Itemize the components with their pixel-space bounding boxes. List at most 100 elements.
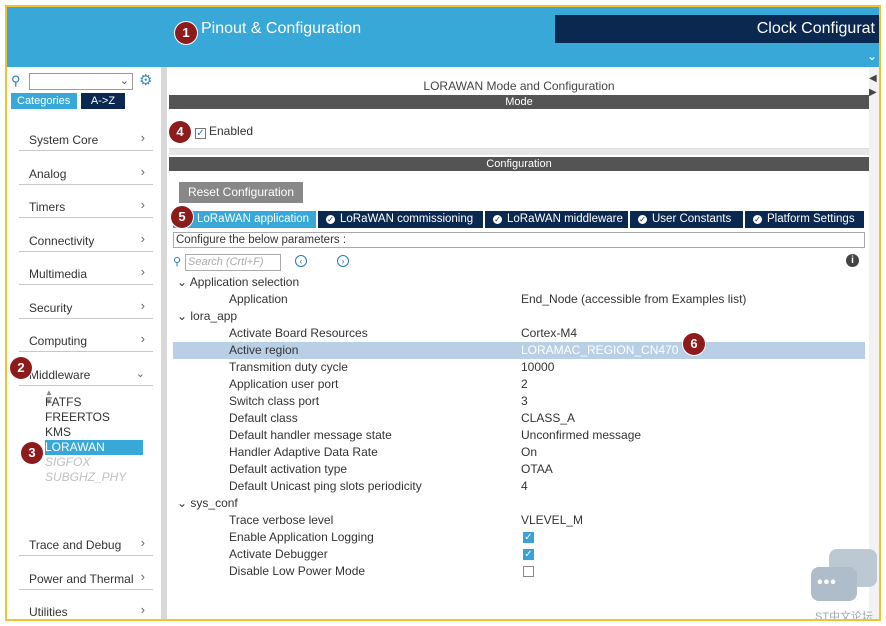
- sidebar-item-analog[interactable]: Analog ›: [19, 161, 153, 185]
- sidebar-item-computing[interactable]: Computing ›: [19, 328, 153, 352]
- parameter-search-input[interactable]: Search (Crtl+F): [185, 254, 281, 271]
- next-icon[interactable]: ›: [337, 255, 349, 267]
- sidebar-item-multimedia[interactable]: Multimedia ›: [19, 261, 153, 285]
- table-row[interactable]: Application user port 2: [173, 376, 865, 393]
- check-circle-icon: ✓: [326, 215, 335, 224]
- enabled-label: Enabled: [209, 124, 254, 138]
- sidebar-scrollbar[interactable]: [161, 67, 167, 619]
- table-row-selected[interactable]: Active region LORAMAC_REGION_CN470: [173, 342, 865, 359]
- tree-group-application-selection[interactable]: ⌄ Application selection: [173, 274, 865, 291]
- sidebar-item-label: Analog: [29, 167, 67, 181]
- configuration-section-header: Configuration: [169, 157, 869, 171]
- table-row[interactable]: Default activation type OTAA: [173, 461, 865, 478]
- parameter-name: Disable Low Power Mode: [229, 564, 366, 578]
- sidebar-item-utilities[interactable]: Utilities ›: [19, 599, 153, 619]
- table-row[interactable]: Handler Adaptive Data Rate On: [173, 444, 865, 461]
- parameter-value[interactable]: Cortex-M4: [521, 325, 577, 342]
- scroll-up-icon[interactable]: ◀: [869, 73, 877, 84]
- table-row[interactable]: Default Unicast ping slots periodicity 4: [173, 478, 865, 495]
- tab-platform-settings[interactable]: ✓ Platform Settings: [745, 211, 865, 228]
- sidebar-item-power-and-thermal[interactable]: Power and Thermal ›: [19, 566, 153, 590]
- parameter-search-row: ⚲ Search (Crtl+F) ‹ › i: [173, 254, 865, 272]
- table-row[interactable]: Trace verbose level VLEVEL_M: [173, 512, 865, 529]
- search-icon: ⚲: [11, 73, 21, 88]
- chevron-right-icon: ›: [140, 298, 145, 313]
- parameter-value[interactable]: 2: [521, 376, 528, 393]
- parameter-value[interactable]: On: [521, 444, 537, 461]
- chevron-right-icon: ›: [140, 197, 145, 212]
- search-icon: ⚲: [173, 256, 182, 268]
- info-icon[interactable]: i: [846, 254, 859, 267]
- disable-low-power-checkbox[interactable]: [523, 566, 534, 577]
- chevron-down-icon: ⌄: [119, 75, 129, 87]
- tab-user-constants[interactable]: ✓ User Constants: [630, 211, 744, 228]
- enable-logging-checkbox[interactable]: ✓: [523, 532, 534, 543]
- table-row[interactable]: Default handler message state Unconfirmed…: [173, 427, 865, 444]
- sidebar-item-trace-and-debug[interactable]: Trace and Debug ›: [19, 532, 153, 556]
- parameter-value[interactable]: 10000: [521, 359, 554, 376]
- sidebar-item-middleware[interactable]: Middleware ⌄: [19, 362, 153, 386]
- parameter-value[interactable]: OTAA: [521, 461, 553, 478]
- sidebar-item-label: System Core: [29, 133, 99, 147]
- chevron-down-icon[interactable]: ⌄: [867, 49, 877, 63]
- tab-label: LoRaWAN commissioning: [340, 213, 474, 225]
- list-item-lorawan[interactable]: LORAWAN: [45, 440, 143, 455]
- gear-icon[interactable]: ⚙: [139, 71, 152, 89]
- parameter-value[interactable]: Unconfirmed message: [521, 427, 641, 444]
- tab-lorawan-application[interactable]: LoRaWAN application: [173, 211, 317, 228]
- parameter-tree: ⌄ Application selection Application End_N…: [173, 274, 865, 580]
- tab-pinout-configuration[interactable]: Pinout & Configuration: [169, 15, 559, 43]
- main-panel: LORAWAN Mode and Configuration Mode ✓ Ena…: [169, 67, 869, 619]
- configure-description: Configure the below parameters :: [173, 232, 865, 248]
- parameter-name: Application user port: [229, 377, 339, 391]
- step-badge: 5: [171, 206, 193, 228]
- parameter-value[interactable]: CLASS_A: [521, 410, 575, 427]
- main-scrollbar[interactable]: ◀ ▶: [869, 67, 879, 619]
- previous-icon[interactable]: ‹: [295, 255, 307, 267]
- sidebar-item-timers[interactable]: Timers ›: [19, 194, 153, 218]
- parameter-value[interactable]: 3: [521, 393, 528, 410]
- tab-clock-configuration[interactable]: Clock Configurat: [555, 15, 879, 43]
- tab-categories[interactable]: Categories: [11, 93, 77, 109]
- enabled-checkbox[interactable]: ✓ Enabled: [195, 124, 253, 139]
- sidebar-item-connectivity[interactable]: Connectivity ›: [19, 228, 153, 252]
- category-search-select[interactable]: ⌄: [29, 73, 133, 90]
- page-title: LORAWAN Mode and Configuration: [423, 79, 615, 93]
- parameter-name: Activate Debugger: [229, 547, 328, 561]
- sidebar-item-security[interactable]: Security ›: [19, 295, 153, 319]
- parameter-name: Handler Adaptive Data Rate: [229, 445, 378, 459]
- activate-debugger-checkbox[interactable]: ✓: [523, 549, 534, 560]
- reset-configuration-button[interactable]: Reset Configuration: [179, 182, 303, 203]
- parameter-value[interactable]: End_Node (accessible from Examples list): [521, 291, 746, 308]
- parameter-tabs: LoRaWAN application ✓ LoRaWAN commissioni…: [173, 211, 869, 228]
- middleware-list: FATFS FREERTOS KMS LORAWAN SIGFOX SUBGHZ…: [45, 395, 145, 485]
- list-item-fatfs[interactable]: FATFS: [45, 395, 145, 410]
- table-row[interactable]: Transmition duty cycle 10000: [173, 359, 865, 376]
- table-row[interactable]: Disable Low Power Mode: [173, 563, 865, 580]
- tree-group-sys-conf[interactable]: ⌄ sys_conf: [173, 495, 865, 512]
- sidebar-item-label: Power and Thermal: [29, 572, 134, 586]
- table-row[interactable]: Enable Application Logging ✓: [173, 529, 865, 546]
- parameter-value[interactable]: VLEVEL_M: [521, 512, 583, 529]
- parameter-value[interactable]: 4: [521, 478, 528, 495]
- table-row[interactable]: Application End_Node (accessible from Exa…: [173, 291, 865, 308]
- list-item-kms[interactable]: KMS: [45, 425, 145, 440]
- parameter-value[interactable]: LORAMAC_REGION_CN470: [521, 342, 678, 359]
- top-bar: Pinout & Configuration Clock Configurat …: [7, 7, 879, 67]
- tab-a-to-z[interactable]: A->Z: [81, 93, 125, 109]
- parameter-name: Switch class port: [229, 394, 320, 408]
- step-badge: 3: [21, 442, 43, 464]
- step-badge: 6: [683, 333, 705, 355]
- scroll-right-icon[interactable]: ▶: [869, 87, 877, 98]
- table-row[interactable]: Activate Board Resources Cortex-M4: [173, 325, 865, 342]
- step-badge: 1: [175, 22, 197, 44]
- table-row[interactable]: Default class CLASS_A: [173, 410, 865, 427]
- table-row[interactable]: Activate Debugger ✓: [173, 546, 865, 563]
- tree-group-lora-app[interactable]: ⌄ lora_app: [173, 308, 865, 325]
- list-item-freertos[interactable]: FREERTOS: [45, 410, 145, 425]
- sidebar-item-system-core[interactable]: System Core ›: [19, 127, 153, 151]
- table-row[interactable]: Switch class port 3: [173, 393, 865, 410]
- tab-lorawan-middleware[interactable]: ✓ LoRaWAN middleware: [485, 211, 629, 228]
- tab-lorawan-commissioning[interactable]: ✓ LoRaWAN commissioning: [318, 211, 484, 228]
- parameter-name: Transmition duty cycle: [229, 360, 348, 374]
